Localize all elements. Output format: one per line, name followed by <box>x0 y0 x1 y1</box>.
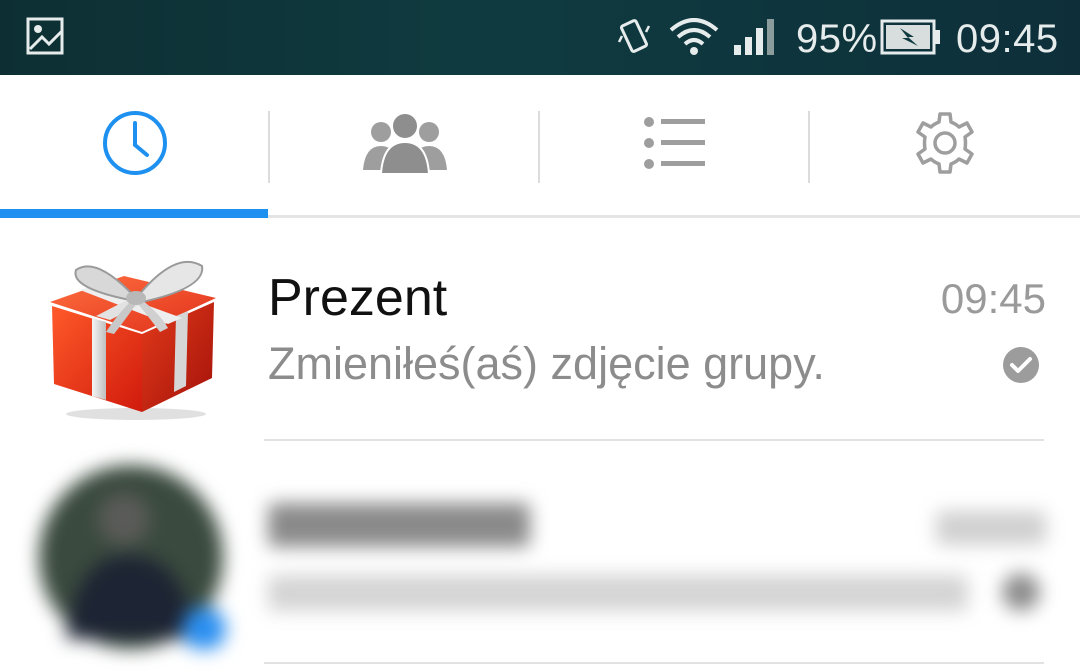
status-bar: 95% 09:45 <box>0 0 1080 75</box>
tab-bar <box>0 75 1080 218</box>
chat-title: Prezent <box>268 269 448 327</box>
row-separator <box>264 662 1044 664</box>
chat-preview: Zmieniłeś(aś) zdjęcie grupy. <box>268 338 825 389</box>
battery-charging-icon <box>880 18 942 61</box>
status-clock: 09:45 <box>956 17 1059 61</box>
clock-icon <box>101 109 169 182</box>
vibrate-icon <box>616 18 652 61</box>
chat-row-prezent[interactable]: Prezent 09:45 Zmieniłeś(aś) zdjęcie grup… <box>0 218 1080 440</box>
chat-time: 09:45 <box>940 275 1046 322</box>
battery-percent: 95% <box>796 17 878 61</box>
chat-row-blurred[interactable] <box>0 441 1080 663</box>
contact-photo <box>36 459 226 651</box>
delivered-check-icon <box>1002 346 1040 389</box>
list-icon <box>643 116 707 175</box>
tab-recent[interactable] <box>0 75 270 215</box>
contacts-icon <box>357 110 453 181</box>
gear-icon <box>912 110 978 181</box>
gift-icon <box>36 236 226 426</box>
active-tab-indicator <box>0 209 268 218</box>
wifi-icon <box>668 18 720 61</box>
tab-lists[interactable] <box>540 75 810 215</box>
gallery-icon <box>26 17 64 60</box>
tab-groups[interactable] <box>270 75 540 215</box>
tab-settings[interactable] <box>810 75 1080 215</box>
signal-icon <box>732 17 778 62</box>
